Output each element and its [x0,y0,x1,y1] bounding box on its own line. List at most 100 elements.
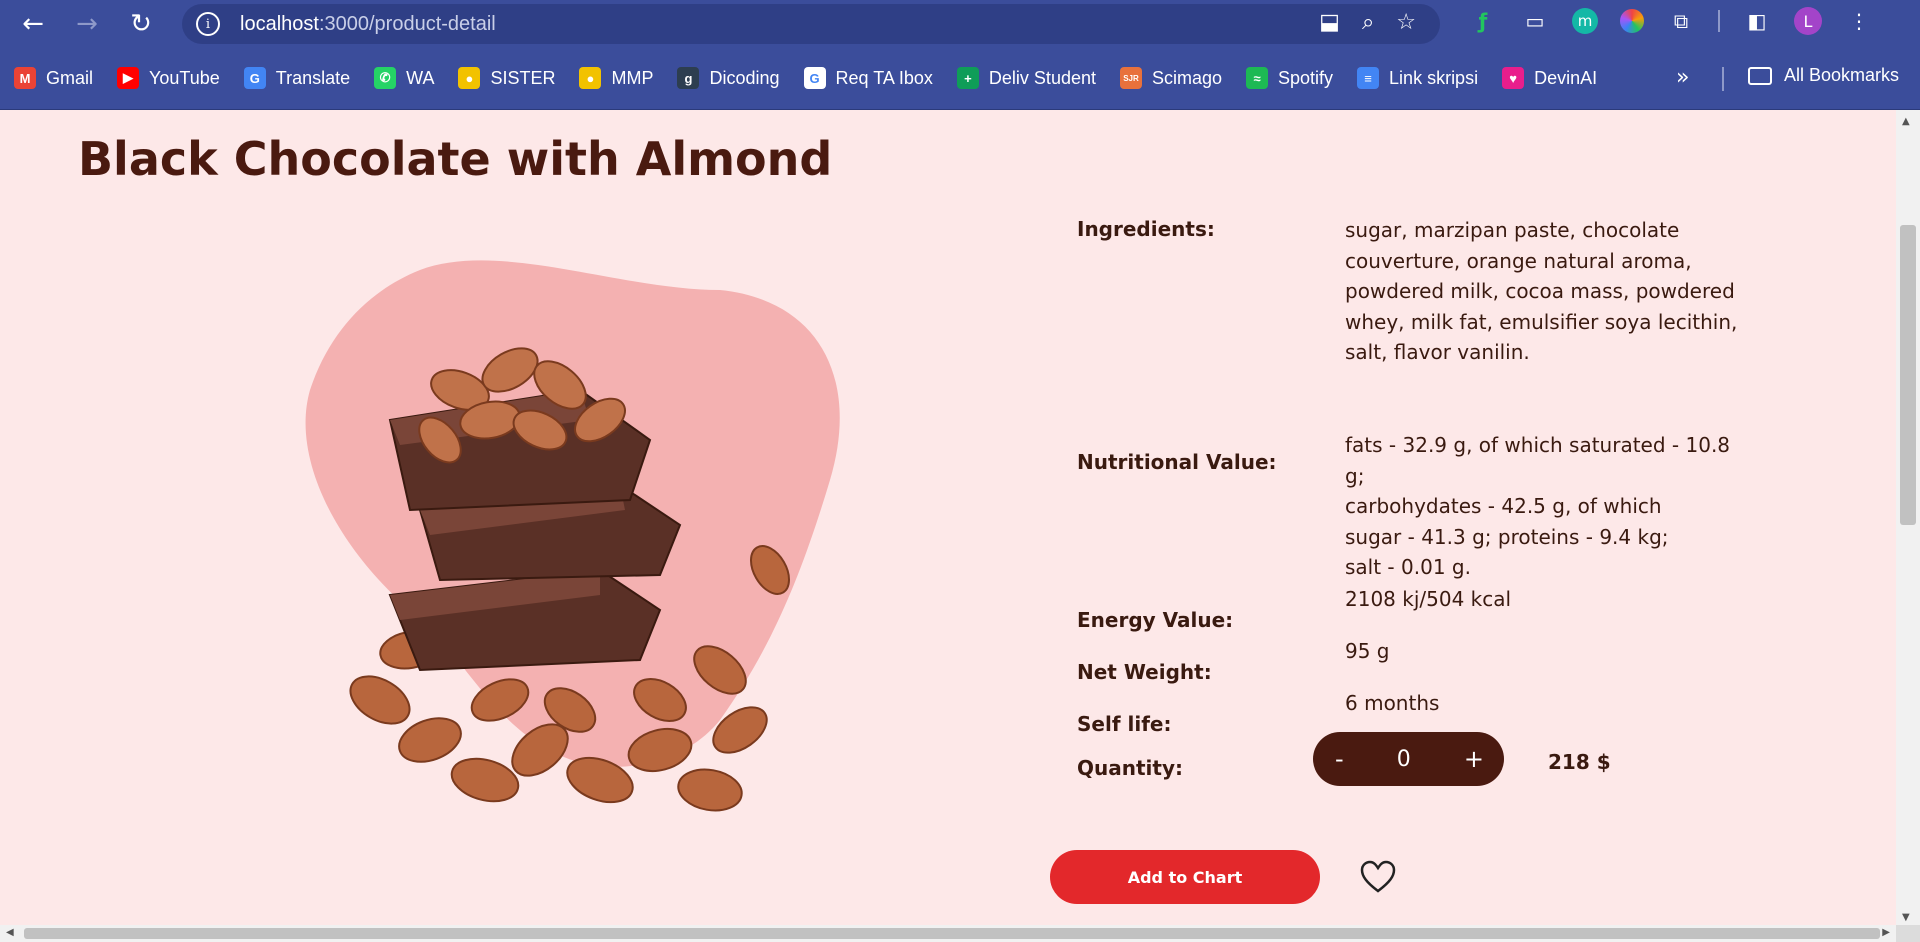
bookmark-label: Link skripsi [1389,67,1479,88]
nutrition-line: salt - 0.01 g. [1345,555,1471,579]
browser-toolbar: ← → ↻ i localhost:3000/product-detail ⬓ … [0,0,1920,47]
bookmarks-divider [1722,67,1724,91]
install-icon[interactable]: ⬓ [1319,10,1340,35]
weight-value: 95 g [1345,639,1390,663]
bookmark-item[interactable]: ● MMP [579,67,653,89]
bookmark-label: YouTube [149,67,220,88]
weight-label: Net Weight: [1077,660,1212,684]
bookmark-item[interactable]: ♥ DevinAI [1502,67,1597,89]
back-icon[interactable]: ← [12,3,54,45]
heart-icon[interactable] [1360,860,1396,894]
quantity-value[interactable]: 0 [1397,747,1411,772]
bookmarks-list: M Gmail ▶ YouTube G Translate ✆ WA ● SISTER ● MMP g D… [14,67,1621,89]
bookmark-item[interactable]: ▶ YouTube [117,67,220,89]
quantity-plus-button[interactable]: + [1464,745,1484,773]
bookmarks-bar: M Gmail ▶ YouTube G Translate ✆ WA ● SISTER ● MMP g D… [0,47,1920,110]
url-text[interactable]: localhost:3000/product-detail [240,13,496,36]
split-icon[interactable]: ◧ [1742,6,1772,36]
bookmark-favicon-icon: ≈ [1246,67,1269,89]
scroll-down-icon[interactable]: ▼ [1902,912,1910,923]
bookmark-label: Dicoding [709,67,780,88]
forward-icon[interactable]: → [66,3,108,45]
bookmark-favicon-icon: + [956,67,979,89]
scroll-up-icon[interactable]: ▲ [1902,116,1910,127]
bookmark-label: Gmail [46,67,94,88]
bookmark-favicon-icon: G [243,67,266,89]
nutrition-line: fats - 32.9 g, of which saturated - 10.8… [1345,433,1731,488]
quantity-stepper: - 0 + [1313,732,1504,786]
energy-label: Energy Value: [1077,608,1234,632]
address-bar[interactable]: i localhost:3000/product-detail ⬓ ⌕ ☆ [182,4,1440,44]
nutrition-label: Nutritional Value: [1077,450,1277,474]
price: 218 $ [1548,750,1611,774]
horizontal-scroll-thumb[interactable] [24,928,1880,939]
scrollbar-corner [1896,925,1920,942]
horizontal-scrollbar[interactable]: ◀ ▶ [0,925,1896,942]
product-detail-page: Black Chocolate with Almond Ingredients:… [0,110,1896,925]
bookmark-item[interactable]: ≡ Link skripsi [1357,67,1478,89]
bookmark-favicon-icon: G [803,67,826,89]
puzzle-icon[interactable]: ⧉ [1666,6,1696,36]
ingredients-label: Ingredients: [1077,217,1215,241]
bookmark-favicon-icon: ✆ [374,67,397,89]
bookmark-label: Spotify [1278,67,1334,88]
zoom-icon[interactable]: ⌕ [1362,10,1374,35]
info-icon[interactable]: i [196,12,220,36]
screenshot-extension-icon[interactable]: ▭ [1520,6,1550,36]
scroll-right-icon[interactable]: ▶ [1882,927,1890,938]
nutrition-value: fats - 32.9 g, of which saturated - 10.8… [1345,430,1745,583]
bookmark-favicon-icon: ● [579,67,602,89]
bookmark-label: SISTER [490,67,556,88]
url-host: localhost [240,12,319,35]
bookmark-item[interactable]: g Dicoding [677,67,780,89]
bookmark-item[interactable]: M Gmail [14,67,93,89]
bookmark-favicon-icon: ≡ [1357,67,1380,89]
bookmark-item[interactable]: ● SISTER [458,67,555,89]
star-icon[interactable]: ☆ [1396,10,1416,35]
bookmark-label: Req TA Ibox [835,67,933,88]
bookmark-item[interactable]: SJR Scimago [1119,67,1223,89]
chevron-right-icon[interactable]: » [1676,65,1689,90]
page-title: Black Chocolate with Almond [78,132,833,186]
nutrition-line: carbohydates - 42.5 g, of which [1345,494,1662,518]
bookmark-label: MMP [611,67,654,88]
toolbar-divider [1718,10,1720,32]
reload-icon[interactable]: ↻ [120,3,162,45]
bookmark-label: DevinAI [1534,67,1598,88]
bookmark-label: Scimago [1151,67,1223,88]
bookmark-item[interactable]: G Req TA Ibox [803,67,933,89]
menu-icon[interactable]: ⋮ [1844,6,1874,36]
quantity-minus-button[interactable]: - [1335,745,1344,773]
vertical-scrollbar[interactable]: ▲ ▼ [1896,110,1920,925]
bookmark-item[interactable]: + Deliv Student [956,67,1096,89]
bookmark-item[interactable]: ✆ WA [374,67,434,89]
extension-m-icon[interactable]: m [1572,8,1598,34]
bookmark-item[interactable]: G Translate [243,67,350,89]
url-path: :3000/product-detail [318,12,496,35]
bookmark-label: WA [406,67,435,88]
bookmark-favicon-icon: M [14,67,36,89]
color-extension-icon[interactable] [1620,9,1644,33]
bookmark-favicon-icon: ▶ [117,67,140,89]
shelf-life-value: 6 months [1345,691,1440,715]
ingredients-value: sugar, marzipan paste, chocolate couvert… [1345,218,1738,364]
bookmark-favicon-icon: ♥ [1502,67,1525,89]
shelf-life-label: Self life: [1077,712,1172,736]
address-actions: ⬓ ⌕ ☆ [1319,10,1416,35]
scroll-left-icon[interactable]: ◀ [6,927,14,938]
energy-value: 2108 kj/504 kcal [1345,587,1512,611]
folder-icon [1748,66,1772,85]
vertical-scroll-thumb[interactable] [1900,225,1916,525]
product-image [349,347,790,812]
bookmark-label: Deliv Student [988,67,1096,88]
bookmark-item[interactable]: ≈ Spotify [1246,67,1333,89]
all-bookmarks-button[interactable]: All Bookmarks [1748,65,1899,86]
nutrition-line: sugar - 41.3 g; proteins - 9.4 kg; [1345,524,1669,549]
quantity-label: Quantity: [1077,756,1183,780]
bookmark-favicon-icon: g [677,67,700,89]
avatar[interactable]: L [1794,7,1822,35]
extension-icon[interactable]: ƒ [1468,6,1498,36]
add-to-cart-button[interactable]: Add to Chart [1050,850,1320,904]
bookmark-favicon-icon: ● [458,67,481,89]
extensions-area: ƒ ▭ m ⧉ ◧ L ⋮ [1468,6,1874,36]
